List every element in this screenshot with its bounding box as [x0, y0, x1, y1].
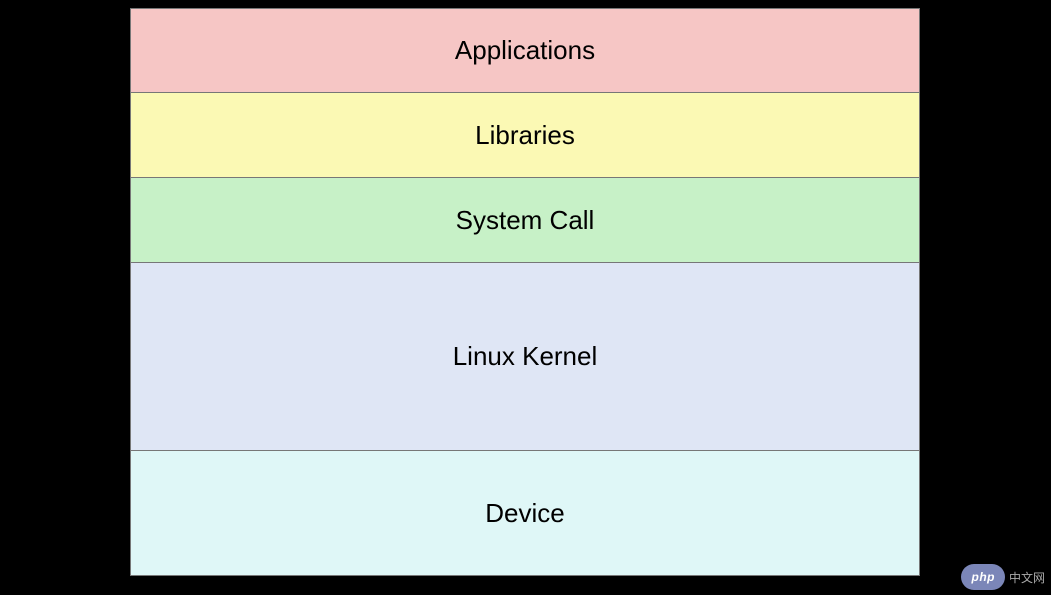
layer-libraries: Libraries [130, 93, 920, 178]
php-logo-icon: php [961, 564, 1005, 590]
architecture-stack-diagram: Applications Libraries System Call Linux… [130, 8, 920, 576]
layer-label: System Call [456, 205, 595, 236]
layer-applications: Applications [130, 8, 920, 93]
layer-label: Linux Kernel [453, 341, 598, 372]
layer-label: Libraries [475, 120, 575, 151]
layer-linux-kernel: Linux Kernel [130, 263, 920, 451]
layer-system-call: System Call [130, 178, 920, 263]
layer-label: Applications [455, 35, 595, 66]
watermark-text: 中文网 [1009, 569, 1045, 586]
watermark: php 中文网 [961, 563, 1045, 591]
layer-device: Device [130, 451, 920, 576]
layer-label: Device [485, 498, 564, 529]
